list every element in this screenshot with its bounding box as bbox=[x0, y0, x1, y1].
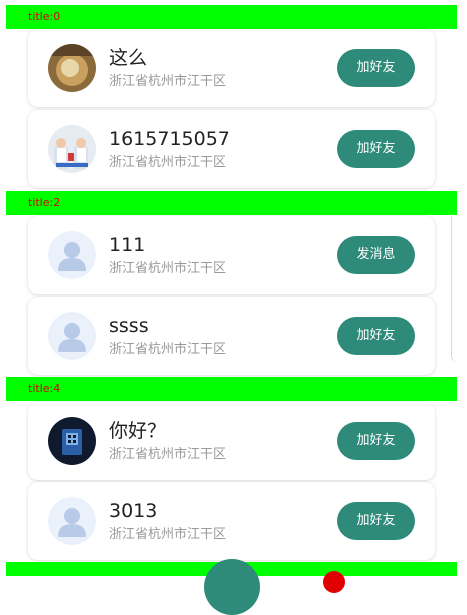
user-name: ssss bbox=[109, 315, 149, 337]
user-card[interactable]: 3013 浙江省杭州市江干区 加好友 bbox=[28, 482, 435, 560]
scrollbar[interactable] bbox=[451, 214, 459, 362]
user-avatar[interactable] bbox=[48, 497, 96, 545]
user-avatar[interactable] bbox=[48, 44, 96, 92]
section-header: title:4 bbox=[6, 377, 457, 401]
default-user-avatar-icon bbox=[48, 497, 96, 545]
user-card[interactable]: 这么 浙江省杭州市江干区 加好友 bbox=[28, 29, 435, 107]
user-name: 3013 bbox=[109, 500, 158, 522]
user-avatar[interactable] bbox=[48, 417, 96, 465]
add-friend-button[interactable]: 加好友 bbox=[337, 502, 415, 540]
photo-avatar-icon bbox=[48, 44, 96, 92]
user-name: 1615715057 bbox=[109, 128, 230, 150]
user-location: 浙江省杭州市江干区 bbox=[109, 155, 227, 170]
section-header: title:2 bbox=[6, 191, 457, 215]
photo-avatar-icon bbox=[48, 125, 96, 173]
add-friend-button[interactable]: 加好友 bbox=[337, 317, 415, 355]
floating-action-button[interactable] bbox=[204, 559, 260, 615]
user-card[interactable]: ssss 浙江省杭州市江干区 加好友 bbox=[28, 297, 435, 375]
user-avatar[interactable] bbox=[48, 231, 96, 279]
photo-avatar-icon bbox=[48, 417, 96, 465]
add-friend-button[interactable]: 加好友 bbox=[337, 49, 415, 87]
default-user-avatar-icon bbox=[48, 312, 96, 360]
user-card[interactable]: 你好？ 浙江省杭州市江干区 加好友 bbox=[28, 402, 435, 480]
user-name: 你好？ bbox=[109, 420, 167, 442]
send-message-button[interactable]: 发消息 bbox=[337, 236, 415, 274]
user-location: 浙江省杭州市江干区 bbox=[109, 74, 227, 89]
notification-badge-icon[interactable] bbox=[323, 571, 345, 593]
add-friend-button[interactable]: 加好友 bbox=[337, 422, 415, 460]
section-header: title:0 bbox=[6, 5, 457, 29]
user-location: 浙江省杭州市江干区 bbox=[109, 342, 227, 357]
user-name: 111 bbox=[109, 234, 146, 256]
user-card[interactable]: 111 浙江省杭州市江干区 发消息 bbox=[28, 216, 435, 294]
user-location: 浙江省杭州市江干区 bbox=[109, 447, 227, 462]
user-card[interactable]: 1615715057 浙江省杭州市江干区 加好友 bbox=[28, 110, 435, 188]
default-user-avatar-icon bbox=[48, 231, 96, 279]
user-avatar[interactable] bbox=[48, 312, 96, 360]
user-location: 浙江省杭州市江干区 bbox=[109, 527, 227, 542]
user-avatar[interactable] bbox=[48, 125, 96, 173]
add-friend-button[interactable]: 加好友 bbox=[337, 130, 415, 168]
user-name: 这么 bbox=[109, 47, 148, 69]
user-location: 浙江省杭州市江干区 bbox=[109, 261, 227, 276]
